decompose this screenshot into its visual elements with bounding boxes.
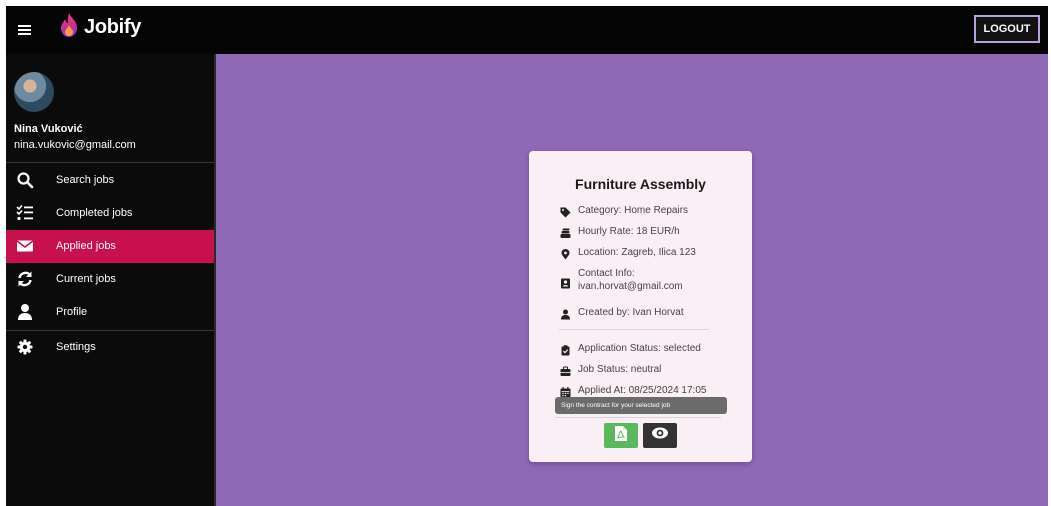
sidebar-divider [6, 162, 214, 163]
sidebar-item-label: Completed jobs [56, 207, 133, 219]
created-by-row: Created by: Ivan Horvat [560, 306, 684, 320]
checklist-icon [16, 204, 34, 222]
sign-contract-button[interactable] [604, 423, 638, 448]
logout-button[interactable]: LOGOUT [974, 15, 1040, 43]
sidebar-item-label: Applied jobs [56, 240, 116, 252]
job-status-row: Job Status: neutral [560, 363, 661, 376]
card-divider [555, 417, 721, 418]
sign-contract-tooltip: Sign the contract for your selected job [555, 397, 727, 414]
sidebar-item-label: Profile [56, 306, 88, 318]
job-card: Furniture Assembly Category: Home Repair… [529, 151, 752, 462]
main-content: Furniture Assembly Category: Home Repair… [216, 54, 1048, 506]
top-bar: Jobify LOGOUT [6, 6, 1048, 54]
contact-email: ivan.horvat@gmail.com [578, 281, 683, 292]
user-icon [560, 307, 571, 320]
job-title: Furniture Assembly [575, 176, 706, 192]
sidebar-item-label: Settings [56, 341, 96, 353]
brand-name: Jobify [84, 16, 142, 38]
briefcase-icon [560, 364, 571, 376]
applied-at: Applied At: 08/25/2024 17:05 [578, 385, 707, 396]
gear-icon [16, 338, 34, 356]
application-status-row: Application Status: selected [560, 342, 701, 356]
sidebar-item-current-jobs[interactable]: Current jobs [6, 263, 214, 296]
job-location: Location: Zagreb, Ilica 123 [578, 247, 696, 258]
applied-at-row: Applied At: 08/25/2024 17:05 [560, 384, 707, 398]
sidebar-item-label: Search jobs [56, 174, 115, 186]
user-icon [16, 303, 34, 321]
sidebar: Nina Vuković nina.vukovic@gmail.com Sear… [6, 54, 214, 506]
job-hourly-rate: Hourly Rate: 18 EUR/h [578, 226, 680, 237]
sidebar-item-settings[interactable]: Settings [6, 331, 214, 364]
application-status: Application Status: selected [578, 343, 701, 354]
sidebar-item-applied-jobs[interactable]: Applied jobs [6, 230, 214, 263]
avatar [14, 72, 54, 112]
tag-icon [560, 205, 571, 218]
job-status: Job Status: neutral [578, 364, 662, 375]
refresh-icon [16, 270, 34, 288]
job-created-by: Created by: Ivan Horvat [578, 307, 684, 318]
user-email: nina.vukovic@gmail.com [14, 139, 136, 151]
eye-icon [651, 426, 669, 445]
contact-card-icon [560, 276, 571, 289]
envelope-icon [16, 237, 34, 255]
category-row: Category: Home Repairs [560, 204, 689, 218]
view-job-button[interactable] [643, 423, 677, 448]
sidebar-item-search-jobs[interactable]: Search jobs [6, 164, 214, 197]
flame-logo-icon [58, 12, 80, 43]
hamburger-menu-icon[interactable] [15, 19, 37, 41]
search-icon [16, 171, 34, 189]
contact-label: Contact Info: [578, 268, 635, 279]
clipboard-check-icon [560, 343, 571, 356]
calendar-icon [560, 385, 571, 398]
location-pin-icon [560, 247, 571, 260]
contact-row: Contact Info: ivan.horvat@gmail.com [560, 267, 683, 293]
app-logo[interactable]: Jobify [58, 12, 141, 43]
user-name: Nina Vuković [14, 123, 83, 135]
pdf-file-icon [614, 425, 628, 447]
hourly-rate-row: Hourly Rate: 18 EUR/h [560, 225, 680, 238]
sidebar-item-completed-jobs[interactable]: Completed jobs [6, 197, 214, 230]
sidebar-item-label: Current jobs [56, 273, 116, 285]
app-frame: Jobify LOGOUT Nina Vuković nina.vukovic@… [6, 6, 1048, 506]
location-row: Location: Zagreb, Ilica 123 [560, 246, 696, 260]
job-contact: Contact Info: ivan.horvat@gmail.com [578, 267, 683, 293]
sidebar-item-profile[interactable]: Profile [6, 296, 214, 329]
money-icon [560, 226, 571, 238]
job-category: Category: Home Repairs [578, 205, 689, 216]
card-divider [559, 329, 709, 330]
